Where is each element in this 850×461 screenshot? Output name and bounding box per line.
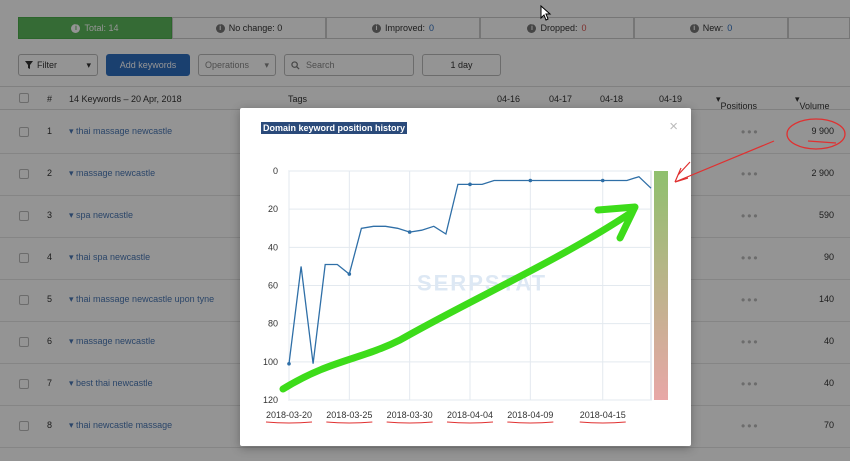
x-tick-label: 2018-03-30: [387, 410, 433, 420]
y-tick-label: 0: [273, 166, 278, 176]
data-point: [287, 361, 291, 366]
position-history-chart: 0 20 40 60 80 100 120 2018-03-20 2018-03-25 2018-…: [263, 166, 668, 420]
x-tick-label: 2018-04-15: [580, 410, 626, 420]
mouse-cursor-icon: [540, 5, 552, 21]
y-tick-label: 40: [268, 242, 278, 252]
data-point: [468, 182, 472, 187]
x-tick-label: 2018-04-09: [507, 410, 553, 420]
data-point: [600, 178, 605, 183]
y-tick-label: 20: [268, 204, 278, 214]
position-gradient-bar: [654, 171, 668, 400]
y-tick-label: 120: [263, 395, 278, 405]
data-point: [528, 178, 533, 183]
data-point: [407, 230, 412, 234]
y-tick-label: 60: [268, 281, 278, 291]
x-tick-label: 2018-04-04: [447, 410, 493, 420]
watermark-serpstat: SERPSTAT: [417, 271, 547, 296]
y-tick-label: 80: [268, 319, 278, 329]
position-history-modal: Domain keyword position history × 0 20 40 6…: [240, 108, 691, 446]
data-point: [347, 272, 352, 276]
x-tick-label: 2018-03-25: [326, 410, 372, 420]
x-tick-label: 2018-03-20: [266, 410, 312, 420]
y-tick-label: 100: [263, 357, 278, 367]
